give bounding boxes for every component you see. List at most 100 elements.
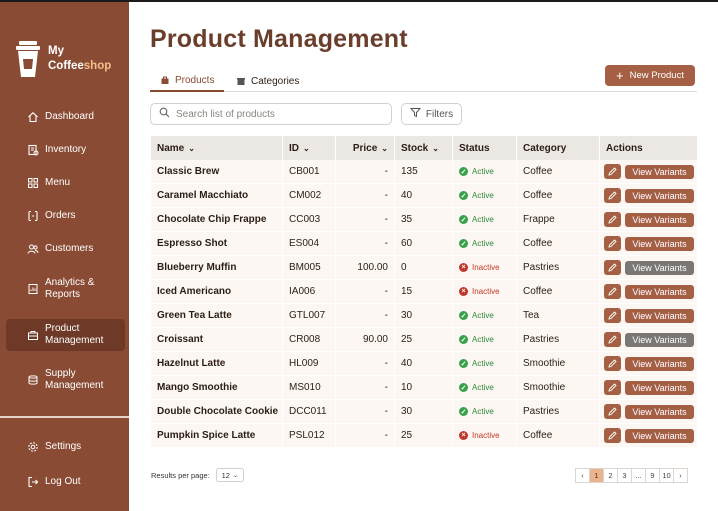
status-label: Active [472, 191, 494, 200]
edit-button[interactable] [604, 284, 621, 299]
results-per-page: Results per page: 12 ⌄ [151, 468, 244, 482]
sidebar-item-settings[interactable]: Settings [6, 434, 125, 460]
sidebar-item-product-management[interactable]: Product Management [6, 319, 125, 351]
cell-status: ✓ Active [453, 232, 517, 255]
tab-products[interactable]: Products [150, 70, 225, 92]
page-title: Product Management [150, 25, 408, 53]
sidebar-item-analytics[interactable]: Analytics & Reports [6, 274, 125, 304]
new-product-button[interactable]: + New Product [605, 65, 695, 86]
edit-button[interactable] [604, 236, 621, 251]
cell-price: - [336, 184, 395, 207]
view-variants-button[interactable]: View Variants [625, 356, 694, 371]
cell-price: - [336, 160, 395, 183]
cell-id: GTL007 [283, 304, 336, 327]
view-variants-button[interactable]: View Variants [625, 332, 694, 347]
view-variants-button[interactable]: View Variants [625, 404, 694, 419]
view-variants-button[interactable]: View Variants [625, 308, 694, 323]
cell-id: CM002 [283, 184, 336, 207]
rpp-select[interactable]: 12 ⌄ [215, 468, 244, 482]
sidebar-item-label: Menu [45, 177, 71, 188]
cell-name: Mango Smoothie [151, 376, 283, 399]
filters-label: Filters [425, 108, 454, 120]
view-variants-button[interactable]: View Variants [625, 284, 694, 299]
cell-actions: View Variants [600, 424, 698, 447]
orders-icon [26, 209, 40, 223]
prev-page-button[interactable]: ‹ [575, 468, 590, 483]
cell-price: - [336, 208, 395, 231]
sidebar-item-orders[interactable]: Orders [6, 203, 125, 229]
coffee-cup-icon [14, 40, 42, 78]
page-button[interactable]: 9 [645, 468, 660, 483]
sidebar-item-logout[interactable]: Log Out [6, 469, 125, 495]
cell-id: PSL012 [283, 424, 336, 447]
cell-actions: View Variants [600, 208, 698, 231]
edit-button[interactable] [604, 164, 621, 179]
edit-button[interactable] [604, 212, 621, 227]
sidebar-item-menu[interactable]: Menu [6, 170, 125, 196]
page-button[interactable]: 1 [589, 468, 604, 483]
search-input[interactable] [176, 108, 376, 120]
pencil-icon [608, 383, 617, 392]
page-button[interactable]: 10 [659, 468, 674, 483]
page-button[interactable]: 2 [603, 468, 618, 483]
cell-id: MS010 [283, 376, 336, 399]
cell-stock: 25 [395, 424, 453, 447]
product-icon [26, 328, 40, 342]
table-row: Double Chocolate Cookie DCC011-30 ✓ Active P… [151, 400, 698, 424]
cell-name: Double Chocolate Cookie [151, 400, 283, 423]
page-button[interactable]: 3 [617, 468, 632, 483]
menu-grid-icon [26, 176, 40, 190]
column-header-name[interactable]: Name ⌄ [151, 136, 283, 160]
edit-button[interactable] [604, 332, 621, 347]
view-variants-button[interactable]: View Variants [625, 188, 694, 203]
header-label: Actions [606, 142, 643, 154]
cell-category: Coffee [517, 424, 600, 447]
search-box[interactable] [150, 103, 392, 125]
cell-price: - [336, 280, 395, 303]
check-circle-icon: ✓ [459, 383, 468, 392]
column-header-id[interactable]: ID ⌄ [283, 136, 336, 160]
sidebar-item-supply-management[interactable]: Supply Management [6, 364, 125, 396]
cell-name: Hazelnut Latte [151, 352, 283, 375]
edit-button[interactable] [604, 356, 621, 371]
table-body: Classic Brew CB001-135 ✓ Active Coffee View V… [151, 160, 698, 448]
filters-button[interactable]: Filters [401, 103, 462, 125]
cell-category: Smoothie [517, 376, 600, 399]
header-label: ID [289, 142, 299, 154]
view-variants-button[interactable]: View Variants [625, 428, 694, 443]
view-variants-button[interactable]: View Variants [625, 260, 694, 275]
cell-category: Coffee [517, 184, 600, 207]
status-badge: × Inactive [459, 287, 500, 296]
view-variants-button[interactable]: View Variants [625, 212, 694, 227]
sidebar-item-dashboard[interactable]: Dashboard [6, 104, 125, 130]
view-variants-button[interactable]: View Variants [625, 380, 694, 395]
sidebar-item-label: Product Management [45, 323, 104, 346]
edit-button[interactable] [604, 404, 621, 419]
next-page-button[interactable]: › [673, 468, 688, 483]
cell-name: Espresso Shot [151, 232, 283, 255]
cell-actions: View Variants [600, 376, 698, 399]
status-label: Active [472, 383, 494, 392]
header-label: Price [352, 142, 378, 154]
sidebar-item-customers[interactable]: Customers [6, 236, 125, 262]
cell-name: Blueberry Muffin [151, 256, 283, 279]
edit-button[interactable] [604, 188, 621, 203]
view-variants-button[interactable]: View Variants [625, 236, 694, 251]
cell-price: 90.00 [336, 328, 395, 351]
cell-actions: View Variants [600, 328, 698, 351]
column-header-stock[interactable]: Stock ⌄ [395, 136, 453, 160]
check-circle-icon: ✓ [459, 239, 468, 248]
cell-status: ✓ Active [453, 160, 517, 183]
column-header-price[interactable]: Price ⌄ [336, 136, 395, 160]
view-variants-button[interactable]: View Variants [625, 164, 694, 179]
status-badge: ✓ Active [459, 167, 494, 176]
edit-button[interactable] [604, 380, 621, 395]
sidebar-item-inventory[interactable]: Inventory [6, 137, 125, 163]
edit-button[interactable] [604, 308, 621, 323]
brand-logo[interactable]: My Coffeeshop [14, 40, 111, 78]
edit-button[interactable] [604, 260, 621, 275]
cell-category: Tea [517, 304, 600, 327]
edit-button[interactable] [604, 428, 621, 443]
tab-categories[interactable]: Categories [226, 70, 309, 92]
pencil-icon [608, 167, 617, 176]
